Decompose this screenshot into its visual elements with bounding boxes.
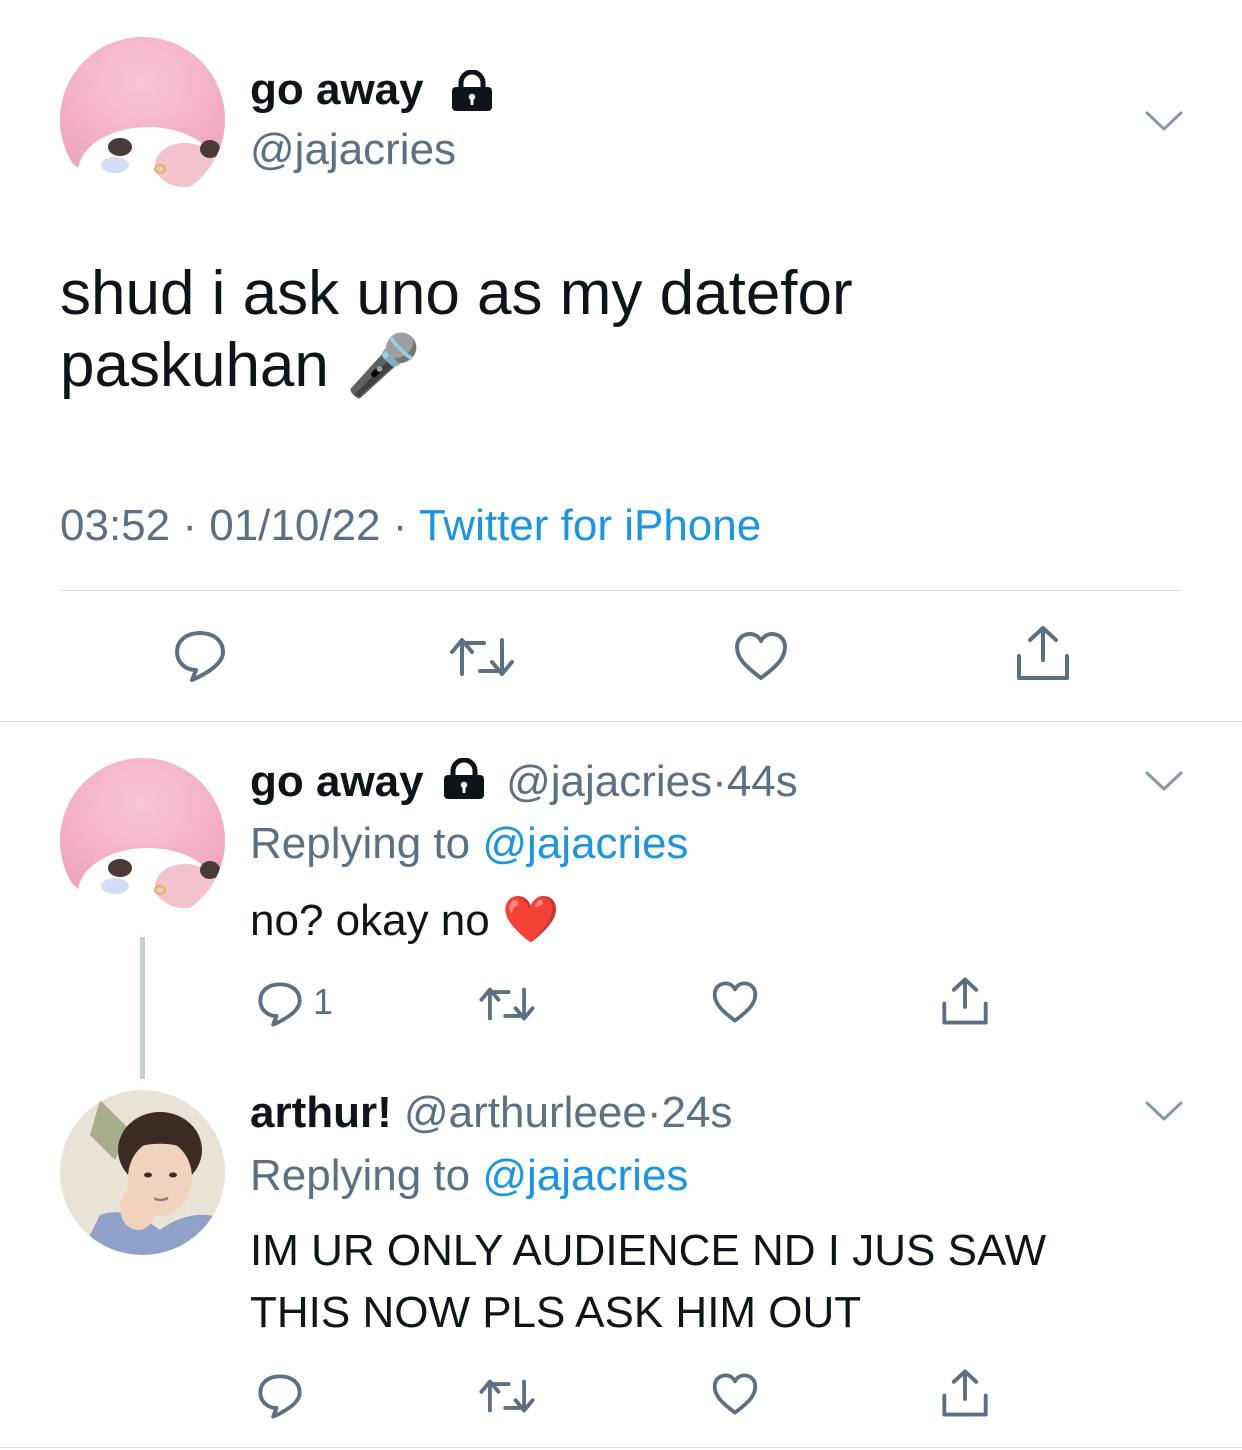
handle[interactable]: @arthurleee <box>404 1088 647 1137</box>
heart-emoji: ❤️ <box>501 893 560 945</box>
divider <box>0 721 1242 722</box>
tweet-age: 24s <box>661 1088 733 1137</box>
replying-to-label: Replying to <box>250 1151 471 1200</box>
avatar[interactable] <box>60 1090 225 1255</box>
reply-count: 1 <box>313 981 334 1022</box>
meta-separator: · <box>712 757 727 806</box>
reply-header: go away @jajacries·44s <box>250 754 798 810</box>
lock-icon <box>450 70 494 112</box>
retweet-icon[interactable] <box>478 984 536 1024</box>
tweet-text: shud i ask uno as my datefor paskuhan 🎤 <box>60 258 853 402</box>
chevron-down-icon[interactable] <box>1145 1100 1183 1122</box>
chevron-down-icon[interactable] <box>1145 110 1183 132</box>
replying-to-label: Replying to <box>250 819 471 868</box>
reply-icon[interactable] <box>172 628 228 684</box>
retweet-icon[interactable] <box>478 1376 536 1416</box>
share-icon[interactable] <box>940 1368 990 1418</box>
share-icon[interactable] <box>1014 624 1072 682</box>
reply-icon[interactable] <box>256 1372 304 1420</box>
heart-icon[interactable] <box>733 630 789 682</box>
retweet-icon[interactable] <box>448 634 516 680</box>
handle[interactable]: @jajacries <box>250 122 456 178</box>
divider <box>60 590 1182 591</box>
tweet-meta: 03:52 · 01/10/22 · Twitter for iPhone <box>60 498 761 554</box>
display-name[interactable]: arthur! <box>250 1088 392 1137</box>
display-name[interactable]: go away <box>250 757 424 806</box>
handle[interactable]: @jajacries <box>506 757 712 806</box>
replying-to-handle-link[interactable]: @jajacries <box>482 819 688 868</box>
reply-text-line: IM UR ONLY AUDIENCE ND I JUS SAW <box>250 1226 1047 1275</box>
thread-line <box>140 937 145 1079</box>
divider <box>0 1447 1242 1448</box>
avatar[interactable] <box>60 37 225 202</box>
chevron-down-icon[interactable] <box>1145 770 1183 792</box>
reply-header: arthur! @arthurleee·24s <box>250 1085 732 1141</box>
meta-separator: · <box>646 1088 662 1137</box>
tweet-text-line: shud i ask uno as my datefor <box>60 259 853 328</box>
tweet-time: 03:52 <box>60 501 171 550</box>
share-icon[interactable] <box>940 976 990 1026</box>
tweet-age: 44s <box>726 757 798 806</box>
avatar[interactable] <box>60 758 225 923</box>
reply-text: IM UR ONLY AUDIENCE ND I JUS SAW THIS NO… <box>250 1220 1046 1344</box>
heart-icon[interactable] <box>711 980 759 1024</box>
meta-separator: · <box>182 501 197 550</box>
meta-separator: · <box>392 501 408 550</box>
reply-icon[interactable] <box>256 980 304 1028</box>
reply-text-body: no? okay no <box>250 896 490 945</box>
replying-to-handle-link[interactable]: @jajacries <box>482 1151 688 1200</box>
lock-icon <box>442 758 486 800</box>
replying-to: Replying to @jajacries <box>250 816 688 872</box>
tweet-text-line: paskuhan <box>60 331 329 400</box>
display-name[interactable]: go away <box>250 62 424 118</box>
heart-icon[interactable] <box>711 1372 759 1416</box>
microphone-emoji: 🎤 <box>346 332 421 399</box>
tweet-source-link[interactable]: Twitter for iPhone <box>419 501 761 550</box>
tweet-date: 01/10/22 <box>209 501 381 550</box>
reply-text: no? okay no ❤️ <box>250 890 559 950</box>
replying-to: Replying to @jajacries <box>250 1148 688 1204</box>
reply-text-line: THIS NOW PLS ASK HIM OUT <box>250 1288 862 1337</box>
